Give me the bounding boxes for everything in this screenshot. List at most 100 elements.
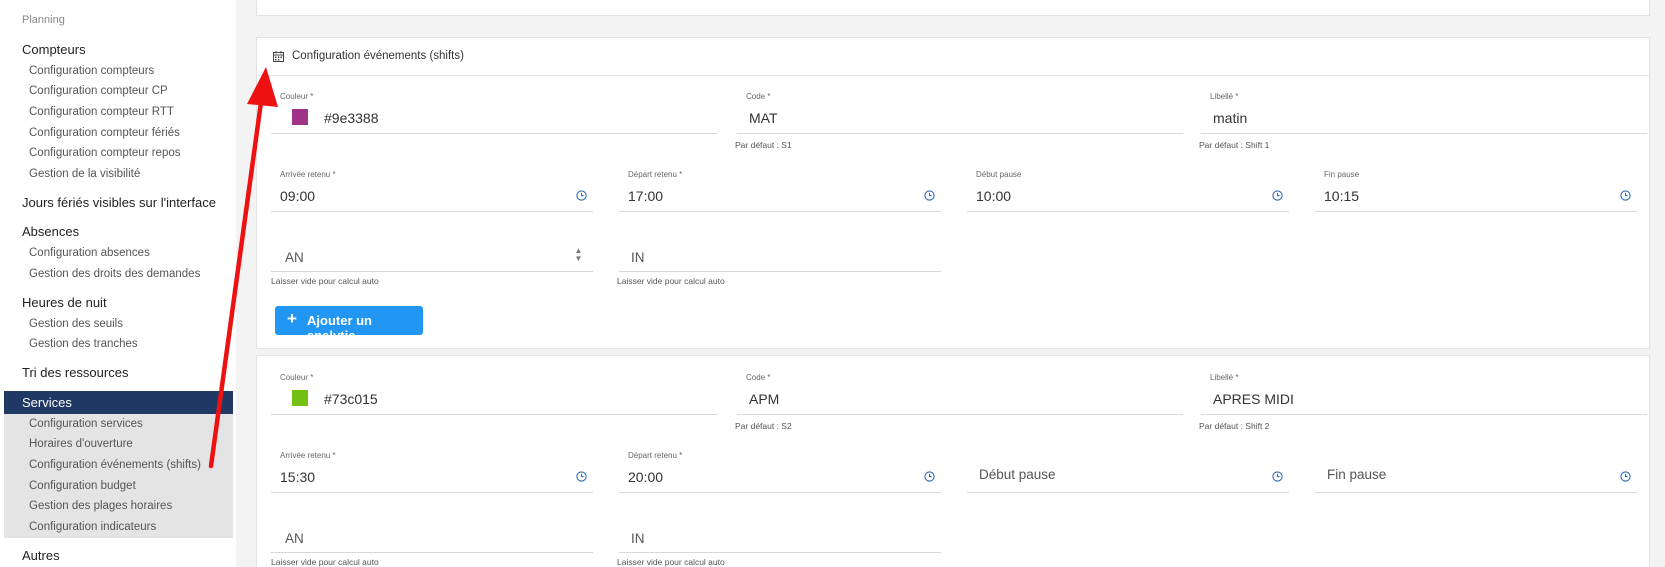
shift-card-2: Couleur * #73c015 Code * APM Par défaut … [256,355,1650,567]
sidebar-item-config-indicateurs[interactable]: Configuration indicateurs [29,521,156,533]
in-hint: Laisser vide pour calcul auto [617,276,725,286]
sidebar-item-config-evenements[interactable]: Configuration événements (shifts) [29,459,201,471]
shift-config-card: Configuration événements (shifts) Couleu… [256,37,1650,349]
sidebar-item-config-budget[interactable]: Configuration budget [29,480,136,492]
sidebar-section-absences[interactable]: Absences [22,224,79,239]
pause-start-label: Début pause [976,170,1022,179]
arrival-label: Arrivée retenu * [280,170,336,179]
in-hint: Laisser vide pour calcul auto [617,557,725,567]
sidebar-section-jours-feries[interactable]: Jours fériés visibles sur l'interface [22,195,216,210]
color-field[interactable]: Couleur * #73c015 [271,373,717,415]
sidebar-item-gestion-tranches[interactable]: Gestion des tranches [29,338,138,350]
sidebar: Planning Compteurs Configuration compteu… [0,0,236,567]
in-field[interactable]: IN [619,511,941,553]
sidebar-item-config-absences[interactable]: Configuration absences [29,247,150,259]
in-field[interactable]: IN [619,230,941,272]
an-value: AN [285,531,304,546]
clock-icon[interactable] [1620,471,1631,482]
an-select[interactable]: AN ▲ ▼ [271,230,593,272]
in-value: IN [631,250,645,265]
code-value: APM [749,391,780,407]
previous-card [256,0,1650,16]
add-analytic-button[interactable]: + Ajouter un analytic [275,306,423,343]
calendar-icon [273,51,284,62]
arrival-field[interactable]: Arrivée retenu * 15:30 [271,451,593,493]
arrival-label: Arrivée retenu * [280,451,336,460]
an-hint: Laisser vide pour calcul auto [271,557,379,567]
clock-icon[interactable] [576,471,587,482]
libelle-default-hint: Par défaut : Shift 2 [1199,421,1270,431]
plus-icon: + [287,309,297,328]
sidebar-item-horaires-ouverture[interactable]: Horaires d'ouverture [29,438,133,450]
clock-icon[interactable] [576,190,587,201]
departure-label: Départ retenu * [628,170,683,179]
main-content: Configuration événements (shifts) Couleu… [256,0,1650,567]
pause-start-field[interactable]: Début pause 10:00 [967,170,1289,212]
code-value: MAT [749,110,778,126]
sidebar-item-config-compteurs[interactable]: Configuration compteurs [29,65,154,77]
pause-start-value: 10:00 [976,188,1012,204]
sidebar-item-config-compteur-cp[interactable]: Configuration compteur CP [29,85,168,97]
code-label: Code * [746,373,771,382]
clock-icon[interactable] [1272,471,1283,482]
pause-end-field[interactable]: Fin pause 10:15 [1315,170,1637,212]
clock-icon[interactable] [924,471,935,482]
color-label: Couleur * [280,373,314,382]
color-value: #73c015 [324,391,378,407]
sidebar-section-services[interactable]: Services [4,391,233,414]
color-label: Couleur * [280,92,314,101]
color-field[interactable]: Couleur * #9e3388 [271,92,717,134]
pause-end-placeholder: Fin pause [1327,467,1387,482]
pause-start-field[interactable]: Début pause [967,451,1289,493]
color-swatch[interactable] [292,390,308,406]
color-value: #9e3388 [324,110,379,126]
code-label: Code * [746,92,771,101]
sidebar-section-heures-nuit[interactable]: Heures de nuit [22,295,107,310]
sidebar-item-gestion-seuils[interactable]: Gestion des seuils [29,318,123,330]
pause-end-field[interactable]: Fin pause [1315,451,1637,493]
arrival-value: 09:00 [280,188,316,204]
libelle-value: matin [1213,110,1248,126]
libelle-value: APRES MIDI [1213,391,1294,407]
sidebar-item-config-services[interactable]: Configuration services [29,418,143,430]
departure-label: Départ retenu * [628,451,683,460]
arrival-field[interactable]: Arrivée retenu * 09:00 [271,170,593,212]
sidebar-section-autres[interactable]: Autres [22,548,60,563]
sidebar-section-services-label: Services [22,395,72,410]
an-field[interactable]: AN [271,511,593,553]
departure-value: 20:00 [628,469,664,485]
libelle-field[interactable]: Libellé * APRES MIDI [1201,373,1647,415]
code-field[interactable]: Code * APM [737,373,1183,415]
sidebar-section-compteurs[interactable]: Compteurs [22,42,86,57]
libelle-field[interactable]: Libellé * matin [1201,92,1647,134]
pause-end-label: Fin pause [1324,170,1360,179]
libelle-label: Libellé * [1210,92,1239,101]
clock-icon[interactable] [1272,190,1283,201]
code-default-hint: Par défaut : S2 [735,421,792,431]
sidebar-item-config-compteur-feries[interactable]: Configuration compteur fériés [29,127,180,139]
departure-value: 17:00 [628,188,664,204]
add-analytic-label: Ajouter un analytic [307,313,372,343]
libelle-default-hint: Par défaut : Shift 1 [1199,140,1270,150]
card-title: Configuration événements (shifts) [292,50,464,62]
an-value: AN [285,250,304,265]
spinner-icon[interactable]: ▲ ▼ [574,247,583,263]
libelle-label: Libellé * [1210,373,1239,382]
in-value: IN [631,531,645,546]
sidebar-item-planning[interactable]: Planning [22,14,65,26]
clock-icon[interactable] [1620,190,1631,201]
pause-end-value: 10:15 [1324,188,1360,204]
code-field[interactable]: Code * MAT [737,92,1183,134]
clock-icon[interactable] [924,190,935,201]
color-swatch[interactable] [292,109,308,125]
an-hint: Laisser vide pour calcul auto [271,276,379,286]
sidebar-item-gestion-visibilite[interactable]: Gestion de la visibilité [29,168,140,180]
sidebar-item-gestion-droits[interactable]: Gestion des droits des demandes [29,268,200,280]
sidebar-item-config-compteur-rtt[interactable]: Configuration compteur RTT [29,106,174,118]
sidebar-item-gestion-plages[interactable]: Gestion des plages horaires [29,500,172,512]
card-header: Configuration événements (shifts) [257,38,1649,76]
sidebar-item-config-compteur-repos[interactable]: Configuration compteur repos [29,147,181,159]
departure-field[interactable]: Départ retenu * 17:00 [619,170,941,212]
sidebar-section-tri-ressources[interactable]: Tri des ressources [22,365,128,380]
departure-field[interactable]: Départ retenu * 20:00 [619,451,941,493]
